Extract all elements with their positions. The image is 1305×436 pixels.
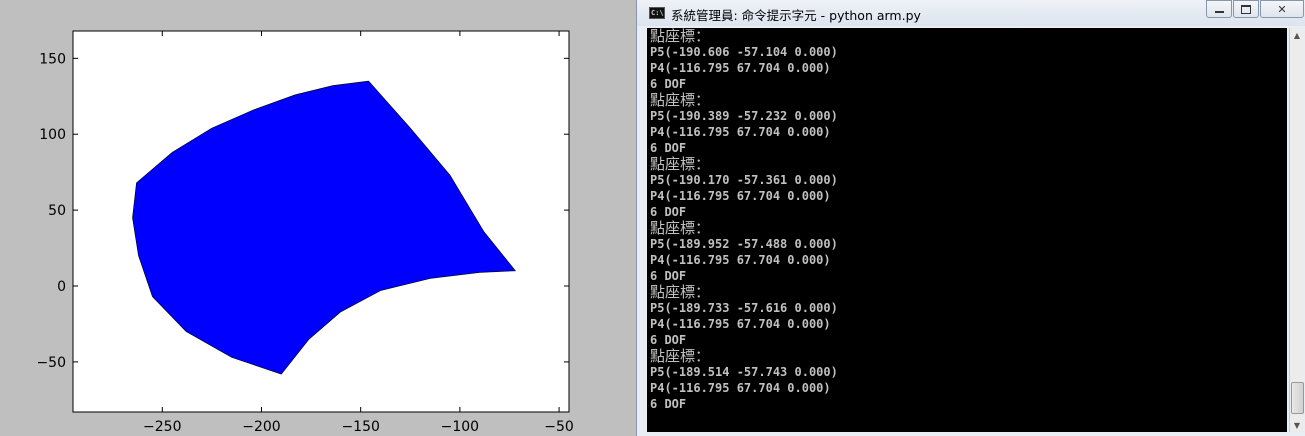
console-line: P5(-189.733 -57.616 0.000) bbox=[650, 301, 838, 315]
close-icon: ✕ bbox=[1277, 2, 1287, 16]
y-tick-label: 150 bbox=[39, 51, 66, 67]
minimize-button[interactable] bbox=[1206, 0, 1232, 18]
console-line: 點座標： bbox=[650, 155, 711, 173]
x-tick-label: −100 bbox=[441, 419, 479, 435]
console-line: P5(-190.606 -57.104 0.000) bbox=[650, 45, 838, 59]
console-line: 6 DOF bbox=[650, 269, 687, 283]
console-line: P4(-116.795 67.704 0.000) bbox=[650, 317, 831, 331]
x-tick-label: −50 bbox=[544, 419, 574, 435]
console-line: 6 DOF bbox=[650, 397, 687, 411]
console-line: 6 DOF bbox=[650, 333, 687, 347]
cmd-icon bbox=[649, 7, 665, 19]
scroll-down-icon[interactable]: ▼ bbox=[1290, 418, 1304, 432]
maximize-icon bbox=[1241, 4, 1251, 14]
y-tick-label: 0 bbox=[57, 279, 66, 295]
console-line: P5(-189.952 -57.488 0.000) bbox=[650, 237, 838, 251]
console-line: 6 DOF bbox=[650, 77, 687, 91]
y-tick-label: −50 bbox=[36, 355, 66, 371]
console-line: 6 DOF bbox=[650, 141, 687, 155]
console-line: 點座標： bbox=[650, 219, 711, 237]
y-tick-label: 100 bbox=[39, 127, 66, 143]
plot-canvas: −250 −200 −150 −100 −50 −50 0 50 100 150 bbox=[36, 30, 574, 435]
vertical-scrollbar[interactable]: ▲ ▼ bbox=[1289, 28, 1304, 432]
console-line: 點座標： bbox=[650, 28, 711, 45]
window-title: 系統管理員: 命令提示字元 - python arm.py bbox=[671, 8, 921, 23]
console-output[interactable]: 點座標： P5(-190.606 -57.104 0.000) P4(-116.79… bbox=[647, 28, 1287, 432]
console-line: P5(-189.514 -57.743 0.000) bbox=[650, 365, 838, 379]
console-line: P4(-116.795 67.704 0.000) bbox=[650, 125, 831, 139]
console-line: P4(-116.795 67.704 0.000) bbox=[650, 189, 831, 203]
console-line: P4(-116.795 67.704 0.000) bbox=[650, 381, 831, 395]
console-line: P4(-116.795 67.704 0.000) bbox=[650, 253, 831, 267]
x-tick-label: −150 bbox=[341, 419, 379, 435]
x-tick-label: −250 bbox=[143, 419, 181, 435]
maximize-button[interactable] bbox=[1233, 0, 1259, 18]
console-window: 系統管理員: 命令提示字元 - python arm.py ✕ 點座標：P5(-… bbox=[636, 0, 1305, 436]
plot-figure: −250 −200 −150 −100 −50 −50 0 50 100 150 bbox=[0, 0, 636, 436]
x-tick-label: −200 bbox=[242, 419, 280, 435]
console-line: P5(-190.389 -57.232 0.000) bbox=[650, 109, 838, 123]
minimize-icon bbox=[1214, 11, 1224, 13]
console-line: 點座標： bbox=[650, 91, 711, 109]
console-line: P4(-116.795 67.704 0.000) bbox=[650, 61, 831, 75]
console-line: 6 DOF bbox=[650, 205, 687, 219]
console-lines: 點座標： P5(-190.606 -57.104 0.000) P4(-116.79… bbox=[650, 28, 838, 412]
console-line: 點座標： bbox=[650, 283, 711, 301]
scroll-thumb[interactable] bbox=[1291, 382, 1304, 414]
y-tick-label: 50 bbox=[48, 203, 66, 219]
close-button[interactable]: ✕ bbox=[1260, 0, 1304, 18]
scroll-up-icon[interactable]: ▲ bbox=[1290, 28, 1304, 42]
title-bar[interactable]: 系統管理員: 命令提示字元 - python arm.py ✕ bbox=[637, 0, 1305, 26]
console-line: P5(-190.170 -57.361 0.000) bbox=[650, 173, 838, 187]
console-line: 點座標： bbox=[650, 347, 711, 365]
